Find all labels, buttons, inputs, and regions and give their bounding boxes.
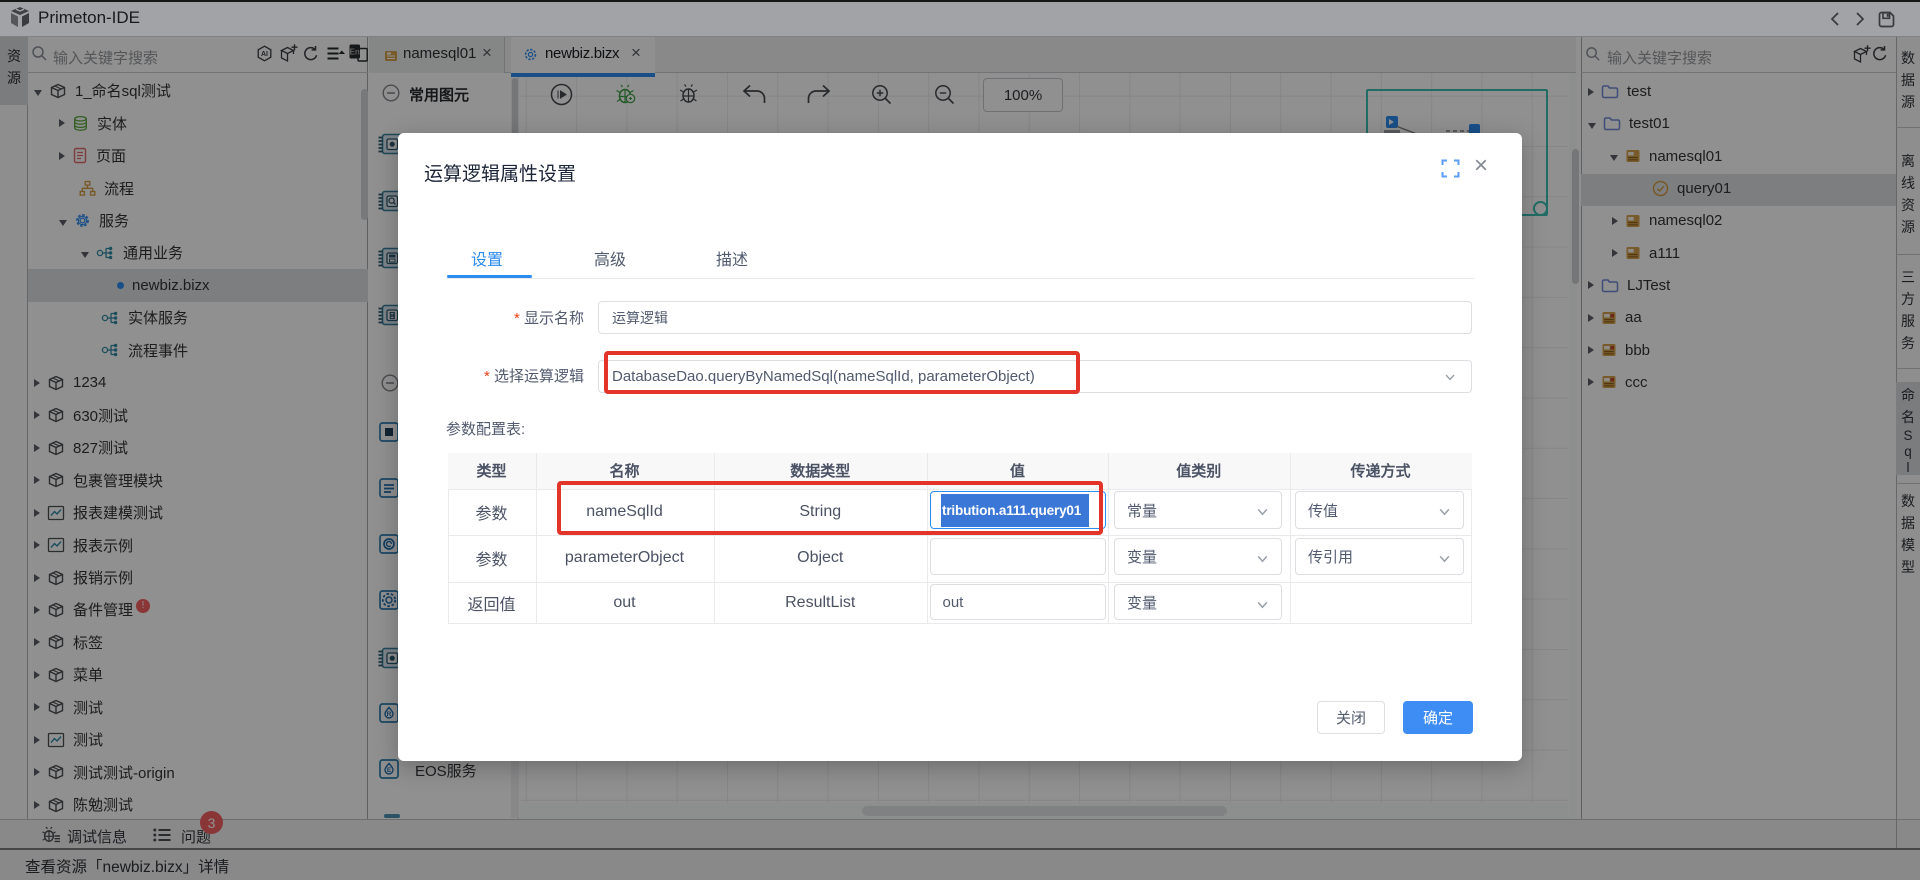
svg-text:En: En [350,48,360,57]
svg-text:R: R [387,711,392,718]
svg-text:AI: AI [261,51,268,58]
svg-text:E: E [387,767,392,774]
